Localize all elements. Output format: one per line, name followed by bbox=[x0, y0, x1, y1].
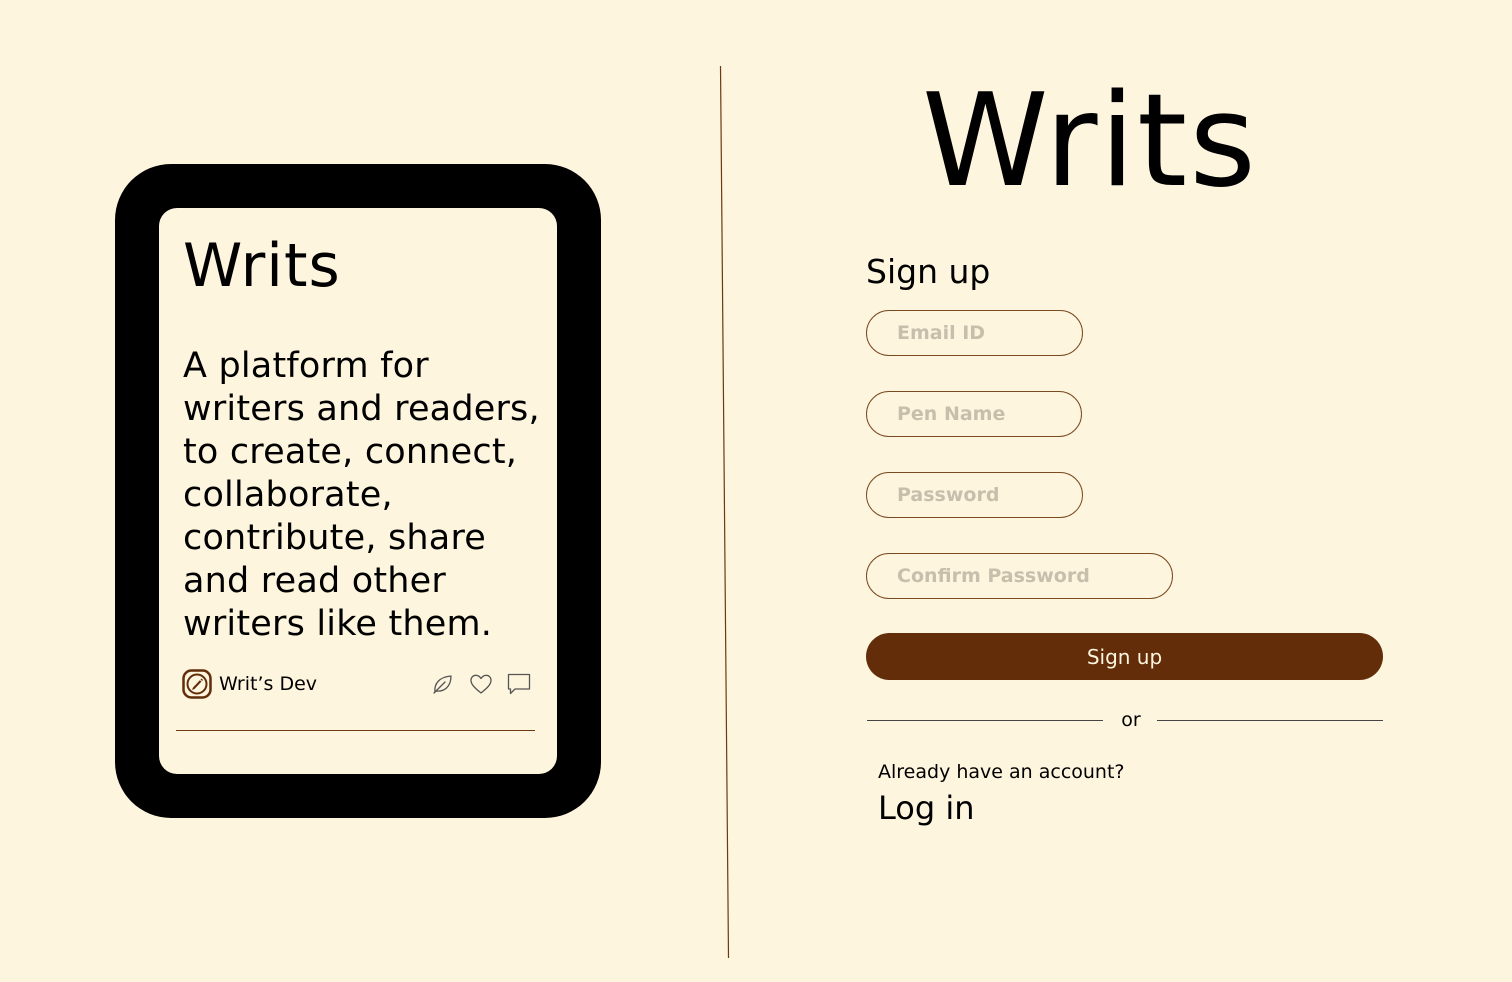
separator-or: or bbox=[1121, 709, 1141, 731]
pencil-icon bbox=[182, 669, 212, 699]
login-link[interactable]: Log in bbox=[878, 788, 975, 828]
comment-icon[interactable] bbox=[506, 671, 532, 697]
author-name[interactable]: Writ’s Dev bbox=[219, 672, 317, 696]
account-prompt: Already have an account? bbox=[878, 761, 1125, 783]
separator-line-right bbox=[1157, 720, 1383, 721]
email-field[interactable] bbox=[866, 310, 1083, 356]
preview-device-frame: Writs A platform for writers and readers… bbox=[115, 164, 601, 818]
preview-card-description: A platform for writers and readers, to c… bbox=[183, 346, 540, 644]
password-field[interactable] bbox=[866, 472, 1083, 518]
signup-button[interactable]: Sign up bbox=[866, 633, 1383, 680]
heart-icon[interactable] bbox=[468, 671, 494, 697]
pen-name-field[interactable] bbox=[866, 391, 1082, 437]
separator-line-left bbox=[867, 720, 1103, 721]
preview-card-divider bbox=[176, 730, 535, 731]
preview-card: Writs A platform for writers and readers… bbox=[159, 208, 557, 774]
preview-card-title: Writs bbox=[183, 231, 341, 301]
preview-card-footer: Writ’s Dev bbox=[182, 668, 534, 700]
signup-heading: Sign up bbox=[866, 252, 991, 291]
leaf-icon[interactable] bbox=[430, 671, 456, 697]
brand-title: Writs bbox=[922, 67, 1258, 216]
confirm-password-field[interactable] bbox=[866, 553, 1173, 599]
